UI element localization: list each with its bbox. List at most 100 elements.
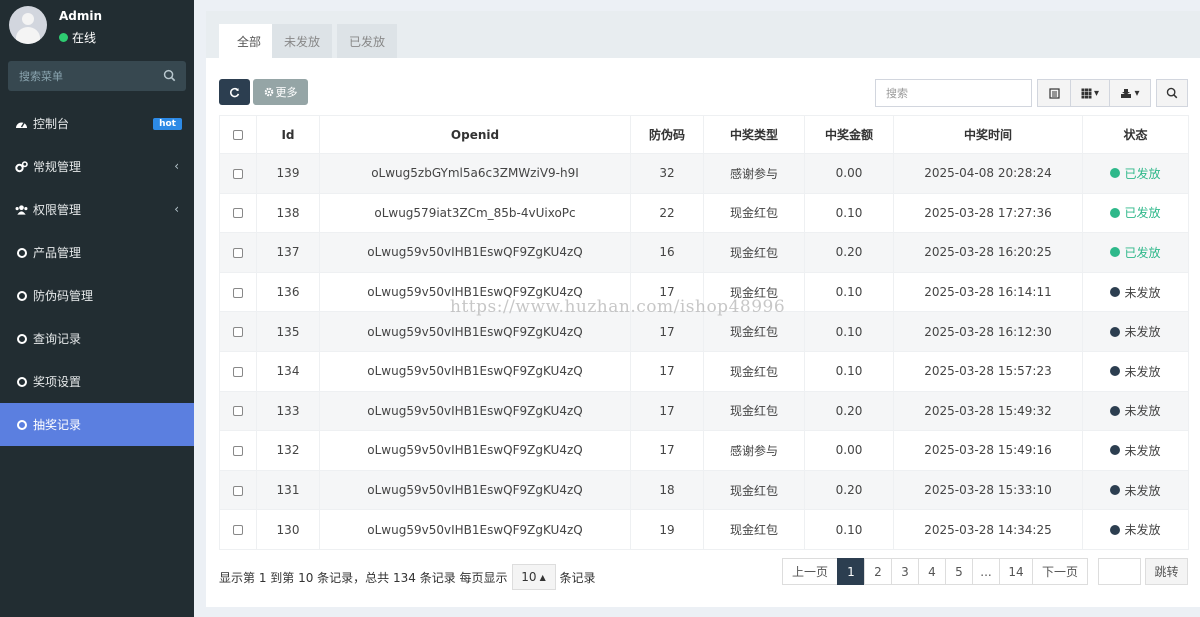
cell-time: 2025-03-28 15:57:23: [893, 350, 1083, 392]
cell-status: 未发放: [1082, 271, 1189, 313]
cell-id: 136: [256, 271, 320, 313]
row-checkbox[interactable]: [233, 287, 243, 298]
table-row[interactable]: 134 oLwug59v50vIHB1EswQF9ZgKU4zQ 17 现金红包 0.1…: [219, 350, 1189, 392]
column-header-prize-type[interactable]: 中奖类型: [703, 115, 805, 154]
dashboard-icon: [15, 117, 28, 130]
row-select-cell: [219, 153, 257, 194]
sidebar-item-dashboard[interactable]: 控制台 hot: [0, 102, 194, 145]
toggle-view-button[interactable]: [1037, 79, 1071, 107]
cell-prize-type: 现金红包: [703, 509, 805, 550]
page-button[interactable]: 5: [945, 558, 973, 585]
page-button[interactable]: 2: [864, 558, 892, 585]
group-icon: [15, 203, 28, 216]
cell-status: 未发放: [1082, 311, 1189, 352]
online-dot-icon: [59, 33, 68, 42]
refresh-icon: [230, 87, 240, 97]
menu-search-input[interactable]: [8, 61, 158, 91]
select-all-checkbox[interactable]: [233, 130, 243, 140]
more-button[interactable]: 更多: [253, 79, 308, 105]
table-row[interactable]: 131 oLwug59v50vIHB1EswQF9ZgKU4zQ 18 现金红包 0.2…: [219, 469, 1189, 511]
hot-badge: hot: [153, 118, 182, 130]
page-button[interactable]: 14: [999, 558, 1033, 585]
cell-amount: 0.00: [804, 153, 894, 194]
jump-page-input[interactable]: [1098, 558, 1141, 585]
cell-prize-type: 现金红包: [703, 350, 805, 392]
row-checkbox[interactable]: [233, 327, 243, 338]
table-row[interactable]: 138 oLwug579iat3ZCm_85b-4vUixoPc 22 现金红包 0.1…: [219, 192, 1189, 234]
status-dot-icon: [1110, 207, 1121, 218]
page-button[interactable]: 3: [891, 558, 919, 585]
row-select-cell: [219, 430, 257, 471]
caret-down-icon: ▾: [1134, 87, 1140, 99]
table-row[interactable]: 132 oLwug59v50vIHB1EswQF9ZgKU4zQ 17 感谢参与 0.0…: [219, 430, 1189, 471]
row-checkbox[interactable]: [233, 445, 243, 456]
row-checkbox[interactable]: [233, 525, 243, 536]
status-dot-icon: [1110, 287, 1121, 298]
search-toggle-button[interactable]: [1156, 79, 1188, 107]
prev-page-button[interactable]: 上一页: [782, 558, 838, 585]
table-row[interactable]: 139 oLwug5zbGYml5a6c3ZMWziV9-h9I 32 感谢参与 0.0…: [219, 153, 1189, 194]
status-badge: 未发放: [1110, 323, 1161, 340]
row-select-cell: [219, 390, 257, 432]
columns-button[interactable]: ▾: [1070, 79, 1110, 107]
column-header-id[interactable]: Id: [256, 115, 320, 154]
row-checkbox[interactable]: [233, 366, 243, 377]
sidebar-item-anticounterfeit[interactable]: 防伪码管理: [0, 274, 194, 317]
column-header-status[interactable]: 状态: [1082, 115, 1189, 154]
search-icon[interactable]: [163, 69, 176, 82]
export-button[interactable]: ▾: [1109, 79, 1151, 107]
column-header-time[interactable]: 中奖时间: [893, 115, 1083, 154]
jump-button[interactable]: 跳转: [1145, 558, 1188, 585]
next-page-button[interactable]: 下一页: [1032, 558, 1088, 585]
cell-openid: oLwug59v50vIHB1EswQF9ZgKU4zQ: [319, 271, 631, 313]
chevron-left-icon: ‹: [174, 159, 179, 173]
sidebar-item-lottery-log[interactable]: 抽奖记录: [0, 403, 194, 446]
table-row[interactable]: 136 oLwug59v50vIHB1EswQF9ZgKU4zQ 17 现金红包 0.1…: [219, 271, 1189, 313]
row-checkbox[interactable]: [233, 485, 243, 496]
tab-issued[interactable]: 已发放: [337, 24, 397, 58]
cell-code: 22: [630, 192, 704, 234]
table-row[interactable]: 137 oLwug59v50vIHB1EswQF9ZgKU4zQ 16 现金红包 0.2…: [219, 232, 1189, 273]
page-button[interactable]: 1: [837, 558, 865, 585]
tab-unissued[interactable]: 未发放: [272, 24, 332, 58]
pagination: 上一页 1 2 3 4 5 ... 14 下一页: [782, 558, 1088, 585]
row-checkbox[interactable]: [233, 168, 243, 179]
column-header-amount[interactable]: 中奖金额: [804, 115, 894, 154]
refresh-button[interactable]: [219, 79, 250, 105]
column-header-openid[interactable]: Openid: [319, 115, 631, 154]
cell-id: 132: [256, 430, 320, 471]
cell-id: 137: [256, 232, 320, 273]
sidebar-item-prize-settings[interactable]: 奖项设置: [0, 360, 194, 403]
status-badge: 已发放: [1110, 204, 1161, 221]
sidebar-item-permissions[interactable]: 权限管理 ‹: [0, 188, 194, 231]
sidebar-item-query-log[interactable]: 查询记录: [0, 317, 194, 360]
cell-time: 2025-03-28 15:49:32: [893, 390, 1083, 432]
circle-icon: [15, 246, 28, 259]
row-checkbox[interactable]: [233, 406, 243, 417]
cell-amount: 0.20: [804, 469, 894, 511]
cell-openid: oLwug59v50vIHB1EswQF9ZgKU4zQ: [319, 469, 631, 511]
row-checkbox[interactable]: [233, 247, 243, 258]
cell-time: 2025-03-28 15:33:10: [893, 469, 1083, 511]
tab-all[interactable]: 全部: [219, 24, 279, 58]
cell-code: 19: [630, 509, 704, 550]
sidebar-item-products[interactable]: 产品管理: [0, 231, 194, 274]
cell-status: 未发放: [1082, 430, 1189, 471]
table-row[interactable]: 130 oLwug59v50vIHB1EswQF9ZgKU4zQ 19 现金红包 0.1…: [219, 509, 1189, 550]
cell-time: 2025-03-28 16:14:11: [893, 271, 1083, 313]
more-label: 更多: [275, 86, 298, 99]
avatar[interactable]: [9, 6, 47, 44]
status-dot-icon: [1110, 326, 1121, 337]
row-checkbox[interactable]: [233, 208, 243, 219]
table-row[interactable]: 133 oLwug59v50vIHB1EswQF9ZgKU4zQ 17 现金红包 0.2…: [219, 390, 1189, 432]
menu-search: [8, 61, 186, 91]
column-header-code[interactable]: 防伪码: [630, 115, 704, 154]
table-row[interactable]: 135 oLwug59v50vIHB1EswQF9ZgKU4zQ 17 现金红包 0.1…: [219, 311, 1189, 352]
cell-openid: oLwug579iat3ZCm_85b-4vUixoPc: [319, 192, 631, 234]
sidebar-item-general[interactable]: 常规管理 ‹: [0, 145, 194, 188]
caret-up-icon: ▲: [539, 572, 546, 582]
sidebar-item-label: 常规管理: [33, 160, 82, 174]
page-button[interactable]: 4: [918, 558, 946, 585]
table-search-input[interactable]: [875, 79, 1032, 107]
page-size-select[interactable]: 10 ▲: [511, 564, 556, 590]
